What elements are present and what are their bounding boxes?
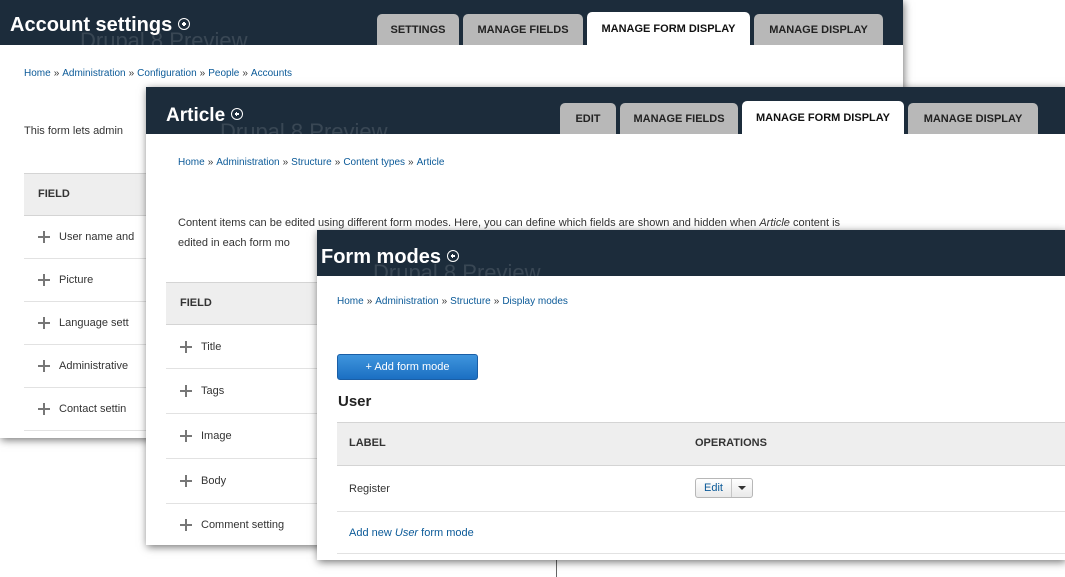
breadcrumb-people[interactable]: People (208, 68, 239, 79)
drag-handle-icon[interactable] (38, 403, 50, 415)
tab-manage-fields[interactable]: MANAGE FIELDS (620, 103, 738, 134)
account-description: This form lets admin (24, 125, 124, 137)
breadcrumb-administration[interactable]: Administration (375, 296, 438, 307)
chevron-down-icon[interactable] (732, 479, 752, 497)
account-tabs: SETTINGS MANAGE FIELDS MANAGE FORM DISPL… (373, 12, 883, 45)
tab-settings[interactable]: SETTINGS (377, 14, 459, 45)
breadcrumb-structure[interactable]: Structure (450, 296, 491, 307)
edit-dropbutton: Edit (695, 478, 753, 498)
add-form-mode-button[interactable]: + Add form mode (337, 354, 478, 380)
drag-handle-icon[interactable] (180, 340, 192, 353)
watermark: Drupal 8 Preview (220, 119, 388, 144)
drag-handle-icon[interactable] (38, 360, 50, 372)
page-title: Account settings (10, 14, 191, 37)
tab-manage-fields[interactable]: MANAGE FIELDS (463, 14, 583, 45)
table-row: Register Edit (337, 466, 1065, 512)
edit-button[interactable]: Edit (696, 479, 732, 497)
article-tabs: EDIT MANAGE FIELDS MANAGE FORM DISPLAY M… (556, 101, 1038, 134)
breadcrumb-display-modes[interactable]: Display modes (502, 296, 568, 307)
breadcrumb-home[interactable]: Home (178, 157, 205, 168)
breadcrumb-administration[interactable]: Administration (216, 157, 279, 168)
drag-handle-icon[interactable] (180, 518, 192, 531)
tab-manage-form-display[interactable]: MANAGE FORM DISPLAY (742, 101, 904, 134)
add-shortcut-icon[interactable] (231, 108, 244, 120)
page-title: Article (166, 105, 244, 127)
drag-handle-icon[interactable] (38, 274, 50, 286)
breadcrumb-structure[interactable]: Structure (291, 157, 332, 168)
breadcrumb-administration[interactable]: Administration (62, 68, 125, 79)
article-header: Drupal 8 Preview Article EDIT MANAGE FIE… (146, 87, 1065, 144)
tab-manage-display[interactable]: MANAGE DISPLAY (754, 14, 883, 45)
table-row: Add new User form mode (337, 512, 1065, 554)
drag-handle-icon[interactable] (180, 475, 192, 487)
breadcrumb-accounts[interactable]: Accounts (251, 68, 292, 79)
drag-handle-icon[interactable] (180, 430, 192, 442)
section-title: User (338, 393, 372, 410)
page-title: Form modes (321, 246, 460, 269)
add-shortcut-icon[interactable] (447, 250, 460, 262)
breadcrumb-content-types[interactable]: Content types (343, 157, 405, 168)
tab-manage-form-display[interactable]: MANAGE FORM DISPLAY (587, 12, 750, 45)
account-settings-header: Drupal 8 Preview Account settings SETTIN… (0, 0, 903, 53)
breadcrumb-article[interactable]: Article (417, 157, 445, 168)
tab-edit[interactable]: EDIT (560, 103, 616, 134)
form-modes-table-header: LABEL OPERATIONS (337, 422, 1065, 466)
drag-handle-icon[interactable] (180, 385, 192, 397)
breadcrumb: Home» Administration» Structure» Display mo… (337, 296, 568, 307)
drag-handle-icon[interactable] (38, 317, 50, 329)
add-new-form-mode-link[interactable]: Add new User form mode (349, 527, 474, 539)
row-label: Register (349, 482, 390, 495)
breadcrumb-home[interactable]: Home (24, 68, 51, 79)
drag-handle-icon[interactable] (38, 231, 50, 243)
form-modes-window: Drupal 8 Preview Form modes Home» Adminis… (317, 230, 1065, 560)
col-operations: OPERATIONS (695, 437, 767, 449)
breadcrumb-home[interactable]: Home (337, 296, 364, 307)
col-label: LABEL (349, 437, 386, 449)
add-shortcut-icon[interactable] (178, 18, 191, 30)
breadcrumb: Home» Administration» Configuration» People… (24, 68, 293, 79)
form-modes-header: Drupal 8 Preview Form modes (317, 230, 1065, 285)
tab-manage-display[interactable]: MANAGE DISPLAY (908, 103, 1038, 134)
breadcrumb-configuration[interactable]: Configuration (137, 68, 196, 79)
breadcrumb: Home» Administration» Structure» Content ty… (178, 157, 445, 168)
